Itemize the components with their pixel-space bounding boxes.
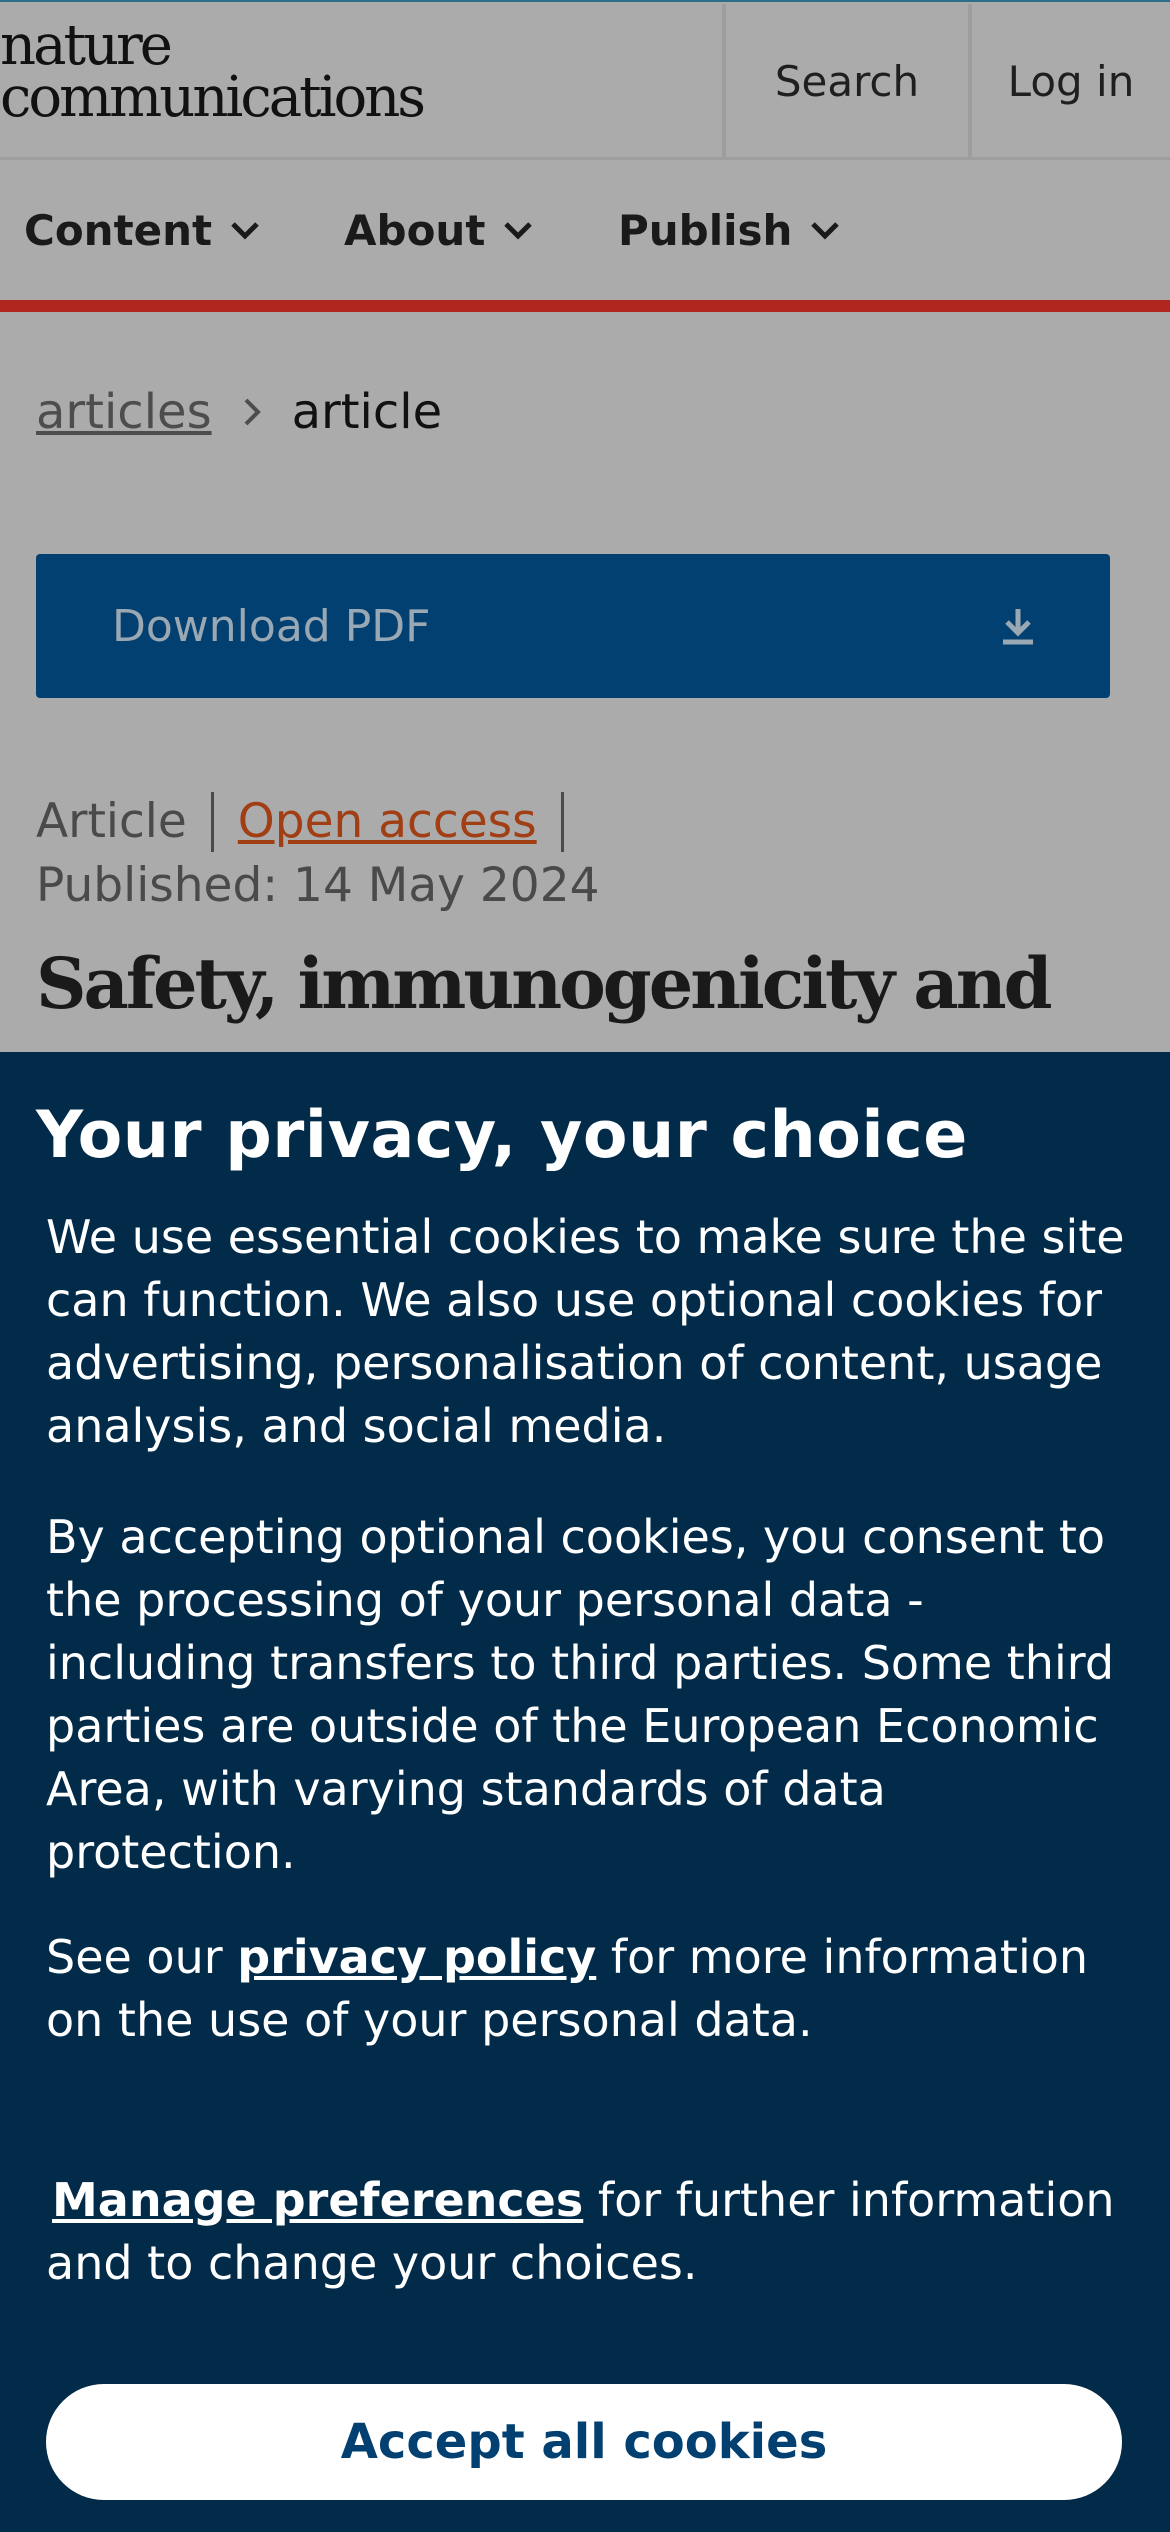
nav-item-label: Content xyxy=(24,205,213,255)
search-button[interactable]: Search xyxy=(722,4,968,159)
main-nav: Content About Publish xyxy=(0,160,1170,312)
nav-item-label: About xyxy=(344,205,486,255)
nav-item-publish[interactable]: Publish xyxy=(618,160,840,300)
site-logo[interactable]: nature communications xyxy=(0,18,426,130)
article-meta: Article Open access Published: 14 May 20… xyxy=(36,790,600,918)
nav-item-about[interactable]: About xyxy=(344,160,533,300)
cookie-paragraph-4: Manage preferences for further informati… xyxy=(46,2169,1136,2295)
open-access-link[interactable]: Open access xyxy=(238,790,537,854)
site-header: nature communications Search Log in xyxy=(0,0,1170,160)
breadcrumb-articles-link[interactable]: articles xyxy=(36,384,212,440)
nav-item-content[interactable]: Content xyxy=(24,160,260,300)
privacy-policy-link[interactable]: privacy policy xyxy=(237,1930,596,1984)
download-pdf-button[interactable]: Download PDF xyxy=(36,554,1110,698)
article-type: Article xyxy=(36,794,187,849)
logo-line-2: communications xyxy=(0,65,426,130)
meta-divider xyxy=(560,792,564,852)
breadcrumb: articles article xyxy=(36,384,442,440)
meta-divider xyxy=(210,792,214,852)
download-pdf-label: Download PDF xyxy=(112,600,431,652)
chevron-right-icon xyxy=(244,398,261,426)
cookie-banner: Your privacy, your choice We use essenti… xyxy=(0,1052,1170,2532)
chevron-down-icon xyxy=(504,222,533,240)
login-button[interactable]: Log in xyxy=(968,4,1170,159)
cookie-paragraph-1: We use essential cookies to make sure th… xyxy=(46,1210,1125,1453)
nav-item-label: Publish xyxy=(618,205,793,255)
cookie-paragraph-3: See our privacy policy for more informat… xyxy=(46,1926,1136,2052)
chevron-down-icon xyxy=(231,222,259,240)
article-title: Safety, immunogenicity and xyxy=(36,942,1053,1025)
cookie-p3-prefix: See our xyxy=(46,1930,238,1984)
chevron-down-icon xyxy=(811,222,840,240)
accept-all-cookies-button[interactable]: Accept all cookies xyxy=(46,2384,1122,2500)
cookie-banner-title: Your privacy, your choice xyxy=(36,1098,968,1173)
download-icon xyxy=(1003,609,1033,645)
manage-preferences-link[interactable]: Manage preferences xyxy=(52,2173,583,2227)
cookie-paragraph-2: By accepting optional cookies, you conse… xyxy=(46,1510,1115,1879)
breadcrumb-current: article xyxy=(291,384,443,440)
published-date: Published: 14 May 2024 xyxy=(36,858,600,913)
